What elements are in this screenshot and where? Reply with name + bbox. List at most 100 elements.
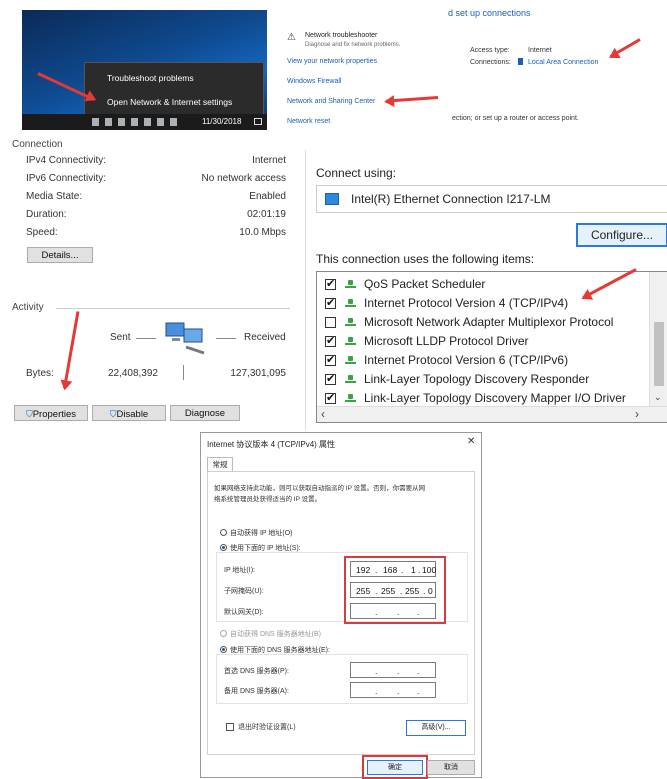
row-ipv6-value: No network access (201, 173, 286, 184)
chevron-right-icon[interactable]: › (635, 407, 639, 421)
section-connection-label: Connection (12, 139, 63, 150)
advanced-button[interactable]: 高级(V)... (406, 720, 466, 736)
item-name: Internet Protocol Version 4 (TCP/IPv4) (364, 296, 569, 310)
link-network-reset[interactable]: Network reset (287, 118, 330, 125)
diagnose-button[interactable]: Diagnose (170, 405, 240, 421)
item-checkbox[interactable] (325, 334, 336, 347)
radio-auto-ip[interactable] (220, 529, 227, 536)
subnet-mask-label: 子网掩码(U): (224, 588, 264, 595)
tab-general[interactable]: 常规 (207, 457, 233, 471)
list-item[interactable]: Microsoft Network Adapter Multiplexor Pr… (317, 314, 647, 332)
network-computers-icon (164, 321, 208, 357)
ok-highlight-box (362, 755, 428, 779)
details-button[interactable]: Details... (27, 247, 93, 263)
radio-manual-ip[interactable] (220, 544, 227, 551)
item-name: Link-Layer Topology Discovery Mapper I/O… (364, 391, 626, 405)
setup-connections-link[interactable]: d set up connections (448, 8, 531, 18)
disable-button[interactable]: ⛉Disable (92, 405, 166, 421)
shield-icon: ⛉ (109, 409, 117, 419)
items-list: QoS Packet Scheduler Internet Protocol V… (316, 271, 667, 423)
connections-label: Connections: (470, 59, 511, 66)
adapter-box: Intel(R) Ethernet Connection I217-LM (316, 185, 667, 213)
properties-button[interactable]: ⛉Properties (14, 405, 88, 421)
item-icon (345, 318, 356, 327)
sharing-center-panel: d set up connections Access type: Intern… (438, 0, 667, 135)
horizontal-scrollbar[interactable]: ‹ › (317, 406, 667, 422)
item-icon (345, 299, 356, 308)
item-checkbox[interactable] (325, 353, 336, 366)
scroll-thumb[interactable] (654, 322, 664, 386)
auto-ip-label: 自动获得 IP 地址(O) (230, 530, 293, 537)
adapter-icon (325, 193, 339, 205)
row-ipv4-value: Internet (252, 155, 286, 166)
sent-label: Sent (110, 332, 131, 343)
warning-icon: ⚠ (287, 32, 296, 43)
connect-using-label: Connect using: (316, 166, 397, 180)
alternate-dns-input[interactable]: ... (350, 682, 436, 698)
item-icon (345, 394, 356, 403)
row-media-label: Media State: (26, 191, 83, 202)
list-item[interactable]: Internet Protocol Version 6 (TCP/IPv6) (317, 352, 647, 370)
dialog-title: Internet 协议版本 4 (TCP/IPv4) 属性 (207, 440, 336, 449)
link-windows-firewall[interactable]: Windows Firewall (287, 78, 341, 85)
ethernet-icon (518, 58, 523, 65)
adapter-properties-panel: Connect using: Intel(R) Ethernet Connect… (305, 150, 667, 430)
connection-status-panel: Connection IPv4 Connectivity: Internet I… (0, 135, 300, 430)
item-checkbox[interactable] (325, 296, 336, 309)
list-item[interactable]: Microsoft LLDP Protocol Driver (317, 333, 647, 351)
item-name: Link-Layer Topology Discovery Responder (364, 372, 590, 386)
link-view-network-properties[interactable]: View your network properties (287, 58, 377, 65)
bytes-received-value: 127,301,095 (230, 368, 286, 379)
item-name: QoS Packet Scheduler (364, 277, 486, 291)
row-duration-label: Duration: (26, 209, 67, 220)
menu-item-open-settings[interactable]: Open Network & Internet settings (107, 97, 232, 107)
item-icon (345, 356, 356, 365)
configure-button[interactable]: Configure... (576, 223, 667, 247)
row-speed-label: Speed: (26, 227, 58, 238)
tab-content: 如果网络支持此功能，则可以获取自动指派的 IP 设置。否则，你需要从网 络系统管… (207, 471, 475, 755)
default-gateway-label: 默认网关(D): (224, 609, 264, 616)
close-icon[interactable]: ✕ (467, 436, 475, 447)
item-checkbox[interactable] (325, 391, 336, 404)
chevron-down-icon[interactable]: ⌄ (654, 392, 662, 403)
sent-line (136, 338, 156, 339)
preferred-dns-input[interactable]: ... (350, 662, 436, 678)
troubleshooter-title[interactable]: Network troubleshooter (305, 32, 377, 39)
items-label: This connection uses the following items… (316, 252, 535, 266)
auto-dns-label: 自动获得 DNS 服务器地址(B) (230, 631, 321, 638)
cancel-button[interactable]: 取消 (427, 760, 475, 775)
taskbar-clock[interactable]: 11/30/2018 (202, 117, 241, 126)
ipv4-dialog: Internet 协议版本 4 (TCP/IPv4) 属性 ✕ 常规 如果网络支… (200, 432, 482, 779)
vertical-scrollbar[interactable]: ⌄ (649, 272, 667, 406)
shield-icon: ⛉ (25, 409, 33, 419)
network-status-panel: ⚠ Network troubleshooter Diagnose and fi… (283, 22, 428, 132)
menu-item-troubleshoot[interactable]: Troubleshoot problems (107, 73, 194, 83)
access-type-value: Internet (528, 47, 552, 54)
row-speed-value: 10.0 Mbps (239, 227, 286, 238)
ip-highlight-box (344, 556, 446, 624)
adapter-name: Intel(R) Ethernet Connection I217-LM (351, 192, 551, 206)
item-checkbox[interactable] (325, 277, 336, 290)
radio-manual-dns[interactable] (220, 646, 227, 653)
validate-label: 退出时验证设置(L) (238, 724, 296, 731)
link-network-sharing-center[interactable]: Network and Sharing Center (287, 98, 375, 105)
tray-icons (92, 118, 182, 126)
row-ipv6-label: IPv6 Connectivity: (26, 173, 107, 184)
desktop-panel: Troubleshoot problems Open Network & Int… (22, 10, 267, 130)
setup-router-text: ection; or set up a router or access poi… (452, 115, 579, 122)
item-icon (345, 337, 356, 346)
item-checkbox[interactable] (325, 317, 336, 328)
item-name: Internet Protocol Version 6 (TCP/IPv6) (364, 353, 569, 367)
activity-divider (56, 308, 290, 309)
validate-checkbox[interactable] (226, 723, 234, 731)
radio-auto-dns[interactable] (220, 630, 227, 637)
taskbar: 11/30/2018 (22, 114, 267, 130)
notification-icon[interactable] (254, 118, 262, 125)
row-duration-value: 02:01:19 (247, 209, 286, 220)
context-menu: Troubleshoot problems Open Network & Int… (84, 62, 264, 116)
item-checkbox[interactable] (325, 372, 336, 385)
list-item[interactable]: Internet Protocol Version 4 (TCP/IPv4) (317, 295, 647, 313)
list-item[interactable]: Link-Layer Topology Discovery Responder (317, 371, 647, 389)
chevron-left-icon[interactable]: ‹ (321, 407, 325, 421)
local-area-connection-link[interactable]: Local Area Connection (528, 59, 598, 66)
